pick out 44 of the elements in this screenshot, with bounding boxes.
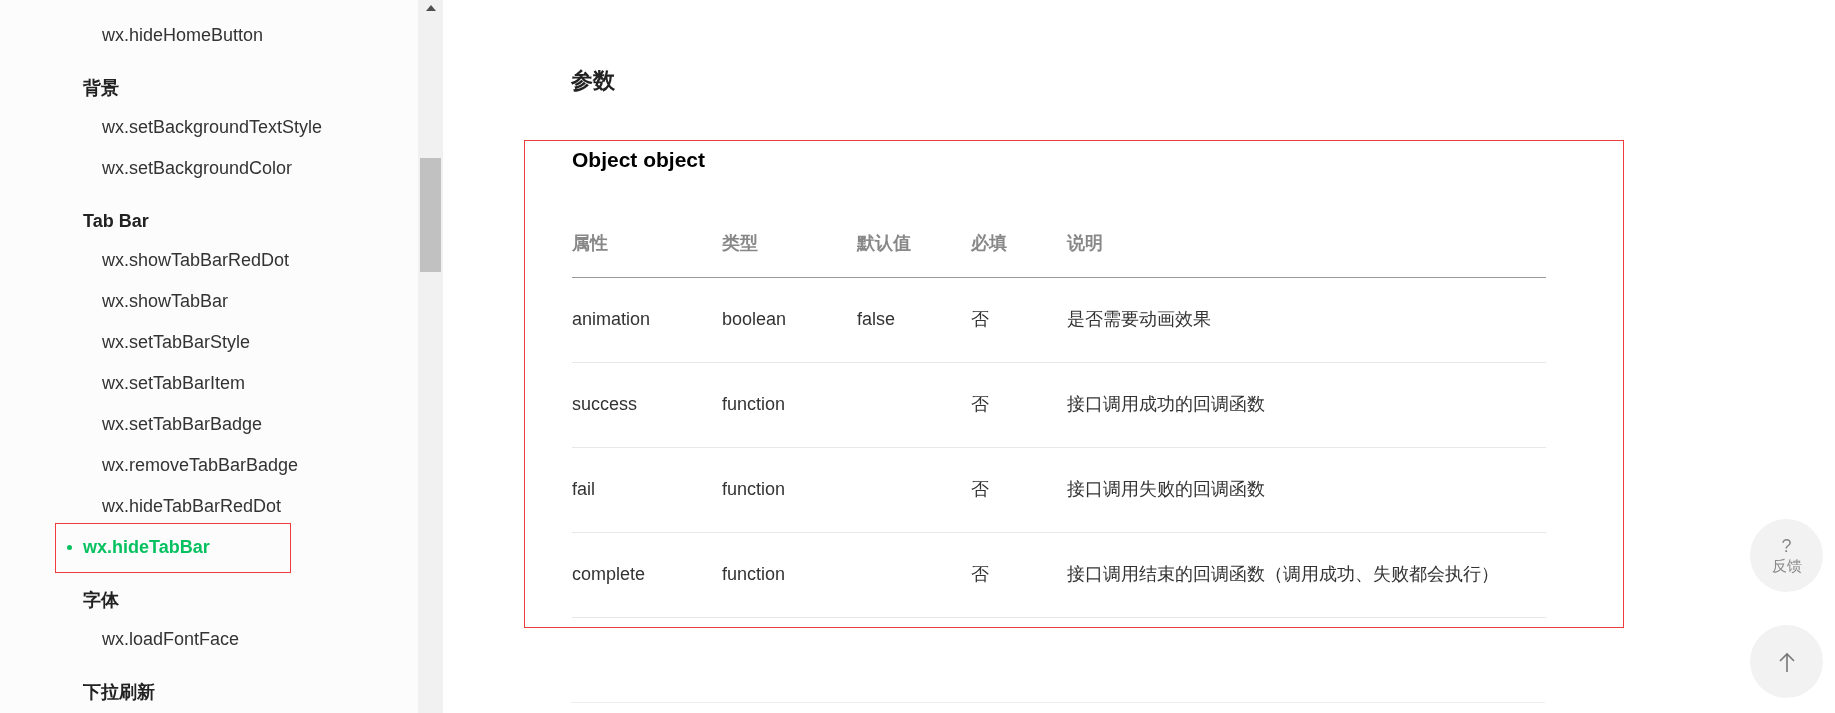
bullet-icon (67, 545, 72, 550)
scrollbar[interactable] (418, 0, 443, 713)
table-cell: 接口调用成功的回调函数 (1067, 394, 1265, 414)
scrollbar-thumb[interactable] (420, 158, 441, 272)
section-heading: 参数 (571, 67, 616, 95)
table-cell: complete (572, 564, 646, 584)
table-cell: 否 (971, 479, 989, 499)
column-header: 说明 (1067, 232, 1103, 253)
sidebar-item[interactable]: wx.hideHomeButton (102, 22, 264, 49)
sidebar-item[interactable]: wx.setTabBarStyle (102, 329, 251, 356)
table-cell: 是否需要动画效果 (1067, 309, 1211, 329)
table-title: Object object (572, 147, 707, 173)
table-cell: animation (572, 309, 651, 329)
table-cell: 否 (971, 564, 989, 584)
table-cell: 否 (971, 309, 989, 329)
column-header: 类型 (722, 232, 758, 253)
sidebar-group-title: 背景 (83, 77, 120, 100)
sidebar-group-title: 下拉刷新 (83, 681, 156, 704)
table-cell: function (722, 479, 786, 499)
table-cell: false (857, 309, 896, 329)
scroll-up-icon[interactable] (425, 5, 436, 11)
sidebar-group-title: Tab Bar (83, 210, 150, 233)
sidebar-item[interactable]: wx.showTabBarRedDot (102, 247, 290, 274)
table-cell: success (572, 394, 638, 414)
sidebar-item[interactable]: wx.loadFontFace (102, 626, 240, 653)
sidebar-item[interactable]: wx.removeTabBarBadge (102, 452, 299, 479)
sidebar-item[interactable]: wx.setBackgroundColor (102, 155, 293, 182)
table-cell: boolean (722, 309, 787, 329)
sidebar-item[interactable]: wx.setTabBarBadge (102, 411, 263, 438)
table-cell: function (722, 394, 786, 414)
table-cell: 否 (971, 394, 989, 414)
column-header: 属性 (572, 232, 608, 253)
table-cell: 接口调用失败的回调函数 (1067, 479, 1265, 499)
table-cell: function (722, 564, 786, 584)
column-header: 必填 (971, 232, 1007, 253)
sidebar-item[interactable]: wx.showTabBar (102, 288, 229, 315)
table-cell: fail (572, 479, 595, 499)
table-cell: 接口调用结束的回调函数（调用成功、失败都会执行） (1067, 564, 1499, 584)
sidebar-item[interactable]: wx.setTabBarItem (102, 370, 246, 397)
arrow-up-icon (1778, 651, 1795, 672)
sidebar-item[interactable]: wx.hideTabBarRedDot (102, 493, 282, 520)
sidebar-group-title: 字体 (83, 589, 120, 612)
column-header: 默认值 (857, 232, 911, 253)
sidebar-item[interactable]: wx.setBackgroundTextStyle (102, 114, 323, 141)
